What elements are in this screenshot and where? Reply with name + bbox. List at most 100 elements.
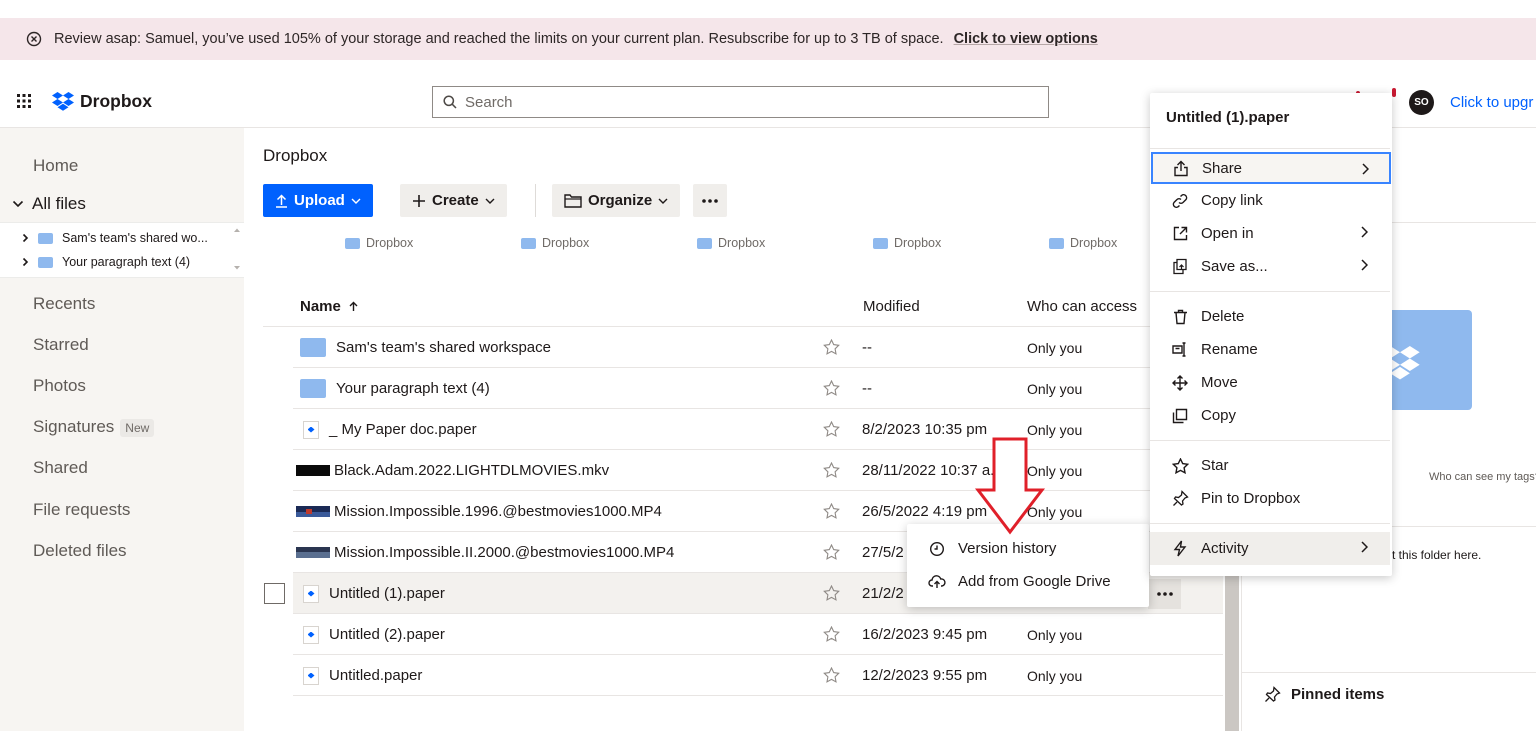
table-row[interactable]: Your paragraph text (4) -- Only you — [293, 368, 1223, 409]
star-icon[interactable] — [823, 626, 840, 642]
suggested-folder[interactable]: Dropbox — [697, 236, 873, 250]
suggested-folder[interactable]: Dropbox — [345, 236, 521, 250]
folder-icon — [873, 237, 888, 249]
avatar[interactable]: SO — [1409, 90, 1434, 115]
sidebar-item-recents[interactable]: Recents — [33, 294, 95, 314]
sidebar-item-starred[interactable]: Starred — [33, 335, 89, 355]
star-icon[interactable] — [823, 503, 840, 519]
menu-item-star[interactable]: Star — [1150, 449, 1390, 482]
search-input[interactable]: Search — [432, 86, 1049, 118]
file-name[interactable]: Black.Adam.2022.LIGHTDLMOVIES.mkv — [334, 462, 609, 479]
star-icon[interactable] — [823, 421, 840, 437]
menu-item-open-in[interactable]: Open in — [1150, 217, 1390, 250]
menu-item-version-history[interactable]: Version history — [907, 532, 1149, 565]
suggested-folder[interactable]: Dropbox — [873, 236, 1049, 250]
pinned-items-header[interactable]: Pinned items — [1264, 686, 1384, 703]
file-name[interactable]: Sam's team's shared workspace — [336, 339, 551, 356]
sidebar-item-signatures[interactable]: Signatures New — [33, 417, 155, 437]
star-icon[interactable] — [823, 339, 840, 355]
tree-item[interactable]: Sam's team's shared wo... — [22, 231, 208, 245]
menu-item-label: Version history — [958, 540, 1057, 557]
menu-item-share[interactable]: Share — [1151, 152, 1391, 184]
more-options-button[interactable] — [693, 184, 727, 217]
file-name-cell: _ My Paper doc.paper — [303, 409, 477, 450]
file-name[interactable]: Untitled.paper — [329, 667, 422, 684]
sidebar-item-all-files[interactable]: All files — [12, 194, 86, 214]
table-row[interactable]: Untitled.paper 12/2/2023 9:55 pm Only yo… — [293, 655, 1223, 696]
modified-cell: 12/2/2023 9:55 pm — [862, 667, 988, 684]
star-icon[interactable] — [823, 544, 840, 560]
sidebar-item-deleted-files[interactable]: Deleted files — [33, 541, 127, 561]
table-row[interactable]: Sam's team's shared workspace -- Only yo… — [293, 327, 1223, 368]
view-options-link[interactable]: Click to view options — [954, 31, 1098, 47]
menu-item-delete[interactable]: Delete — [1150, 300, 1390, 333]
link-icon — [1171, 193, 1189, 209]
star-icon[interactable] — [823, 585, 840, 601]
dropbox-icon — [52, 92, 74, 111]
menu-item-pin-to-dropbox[interactable]: Pin to Dropbox — [1150, 482, 1390, 515]
upgrade-link[interactable]: Click to upgr — [1450, 94, 1533, 111]
table-row[interactable]: Untitled (2).paper 16/2/2023 9:45 pm Onl… — [293, 614, 1223, 655]
app-grid-icon[interactable] — [16, 93, 32, 109]
menu-item-save-as[interactable]: Save as... — [1150, 250, 1390, 283]
file-context-menu: Untitled (1).paper Share Copy link Open … — [1150, 93, 1392, 576]
menu-item-copy[interactable]: Copy — [1150, 399, 1390, 432]
menu-item-move[interactable]: Move — [1150, 366, 1390, 399]
open-external-icon — [1171, 226, 1189, 241]
paper-doc-icon — [303, 666, 319, 685]
sidebar-item-shared[interactable]: Shared — [33, 458, 88, 478]
upload-button[interactable]: Upload — [263, 184, 373, 217]
panel-divider — [1392, 526, 1536, 527]
column-name-label: Name — [300, 298, 341, 315]
close-circle-icon[interactable] — [26, 31, 42, 47]
breadcrumb[interactable]: Dropbox — [263, 146, 327, 166]
column-header-access[interactable]: Who can access — [1027, 298, 1137, 315]
scroll-down-icon[interactable] — [233, 265, 241, 271]
column-header-name[interactable]: Name — [300, 298, 358, 315]
file-name[interactable]: Your paragraph text (4) — [336, 380, 490, 397]
rename-icon — [1171, 342, 1189, 357]
menu-item-rename[interactable]: Rename — [1150, 333, 1390, 366]
chevron-right-icon — [1361, 541, 1368, 553]
modified-cell: 27/5/2 — [862, 544, 904, 561]
create-button[interactable]: Create — [400, 184, 507, 217]
file-name[interactable]: Untitled (2).paper — [329, 626, 445, 643]
sidebar-item-home[interactable]: Home — [33, 156, 78, 176]
menu-item-add-from-google-drive[interactable]: Add from Google Drive — [907, 565, 1149, 598]
row-checkbox[interactable] — [264, 583, 285, 604]
suggested-folder[interactable]: Dropbox — [521, 236, 697, 250]
dropbox-logo[interactable]: Dropbox — [52, 91, 152, 112]
save-as-icon — [1171, 258, 1189, 275]
menu-item-activity[interactable]: Activity — [1150, 532, 1390, 565]
organize-button[interactable]: Organize — [552, 184, 681, 217]
chevron-right-icon — [1361, 259, 1368, 271]
chevron-down-icon — [485, 198, 495, 204]
sidebar-item-photos[interactable]: Photos — [33, 376, 86, 396]
main-scrollbar[interactable] — [1225, 560, 1239, 731]
table-row[interactable]: _ My Paper doc.paper 8/2/2023 10:35 pm O… — [293, 409, 1223, 450]
table-row[interactable]: Black.Adam.2022.LIGHTDLMOVIES.mkv 28/11/… — [293, 450, 1223, 491]
scroll-up-icon[interactable] — [233, 227, 241, 233]
chevron-right-icon — [22, 233, 29, 243]
file-name[interactable]: _ My Paper doc.paper — [329, 421, 477, 438]
organize-label: Organize — [588, 192, 653, 209]
menu-item-label: Pin to Dropbox — [1201, 490, 1301, 507]
toolbar-divider — [535, 184, 536, 217]
column-header-modified[interactable]: Modified — [863, 298, 920, 315]
tags-visibility-link[interactable]: Who can see my tags? — [1429, 471, 1536, 483]
plus-icon — [413, 194, 425, 207]
file-name[interactable]: Untitled (1).paper — [329, 585, 445, 602]
modified-cell: 8/2/2023 10:35 pm — [862, 421, 988, 438]
star-icon[interactable] — [823, 462, 840, 478]
sidebar-item-file-requests[interactable]: File requests — [33, 500, 130, 520]
cloud-upload-icon — [928, 574, 946, 589]
file-name[interactable]: Mission.Impossible.1996.@bestmovies1000.… — [334, 503, 662, 520]
star-icon[interactable] — [823, 667, 840, 683]
star-icon[interactable] — [823, 380, 840, 396]
menu-item-copy-link[interactable]: Copy link — [1150, 184, 1390, 217]
notification-dot — [1392, 88, 1396, 97]
search-placeholder: Search — [465, 93, 513, 111]
row-more-button[interactable] — [1148, 579, 1181, 609]
tree-item[interactable]: Your paragraph text (4) — [22, 255, 190, 269]
file-name[interactable]: Mission.Impossible.II.2000.@bestmovies10… — [334, 544, 674, 561]
